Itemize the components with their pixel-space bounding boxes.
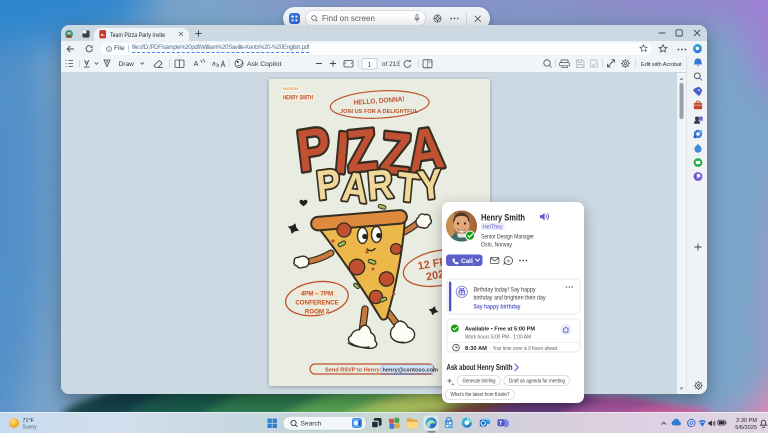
svg-text:Say happy birthday: Say happy birthday bbox=[474, 305, 522, 311]
svg-text:CONFERENCE: CONFERENCE bbox=[295, 299, 338, 306]
svg-text:b: b bbox=[217, 63, 220, 69]
svg-text:JOIN US FOR A DELIGHTFUL: JOIN US FOR A DELIGHTFUL bbox=[340, 109, 419, 115]
svg-text:HOSTED BY:: HOSTED BY: bbox=[283, 87, 299, 91]
svg-text:Sunny: Sunny bbox=[23, 425, 38, 431]
svg-text:a: a bbox=[212, 61, 216, 68]
svg-text:2:30 PM: 2:30 PM bbox=[736, 418, 757, 424]
svg-text:Henry Smith: Henry Smith bbox=[481, 213, 525, 224]
svg-text:A: A bbox=[194, 59, 199, 68]
svg-text:Generate briefing: Generate briefing bbox=[463, 378, 496, 384]
svg-text:Available • Free at 5:00 PM: Available • Free at 5:00 PM bbox=[465, 327, 535, 333]
svg-text:ROOM 2: ROOM 2 bbox=[305, 308, 330, 315]
svg-text:1: 1 bbox=[368, 61, 372, 68]
svg-text:· Your time zone is 9 hours ah: · Your time zone is 9 hours ahead bbox=[490, 346, 557, 352]
svg-text:4PM – 7PM: 4PM – 7PM bbox=[301, 290, 333, 297]
svg-text:8:30 AM: 8:30 AM bbox=[465, 346, 487, 352]
svg-text:He/They: He/They bbox=[483, 224, 503, 230]
svg-text:henry@contoso.com: henry@contoso.com bbox=[383, 368, 439, 374]
svg-text:HENRY SMITH: HENRY SMITH bbox=[283, 96, 313, 102]
svg-text:of 213: of 213 bbox=[382, 61, 400, 68]
svg-text:Call: Call bbox=[461, 258, 473, 265]
svg-text:Team Pizza Party Invite: Team Pizza Party Invite bbox=[110, 32, 165, 39]
svg-text:Draft an agenda for meeting: Draft an agenda for meeting bbox=[509, 378, 565, 384]
svg-text:birthday and brighten their da: birthday and brighten their day bbox=[474, 296, 546, 302]
svg-text:What's the latest from Kristin: What's the latest from Kristin? bbox=[451, 392, 511, 398]
svg-text:Ask Copilot: Ask Copilot bbox=[247, 61, 281, 68]
svg-text:Edit with Acrobat: Edit with Acrobat bbox=[641, 62, 682, 68]
svg-text:Senior Design Manager: Senior Design Manager bbox=[481, 235, 534, 241]
svg-text:Work hours 5:00 PM - 1:00 AM: Work hours 5:00 PM - 1:00 AM bbox=[465, 335, 531, 341]
svg-text:Birthday today! Say happy: Birthday today! Say happy bbox=[474, 288, 536, 294]
svg-text:71°F: 71°F bbox=[23, 418, 35, 424]
svg-text:Oslo, Norway: Oslo, Norway bbox=[481, 243, 512, 249]
svg-text:Send RSVP to Henry:: Send RSVP to Henry: bbox=[325, 368, 382, 374]
svg-text:5/6/2025: 5/6/2025 bbox=[735, 425, 757, 431]
svg-text:Draw: Draw bbox=[119, 61, 135, 68]
svg-text:Ask about Henry Smith: Ask about Henry Smith bbox=[447, 363, 513, 372]
svg-text:Search: Search bbox=[301, 420, 322, 427]
